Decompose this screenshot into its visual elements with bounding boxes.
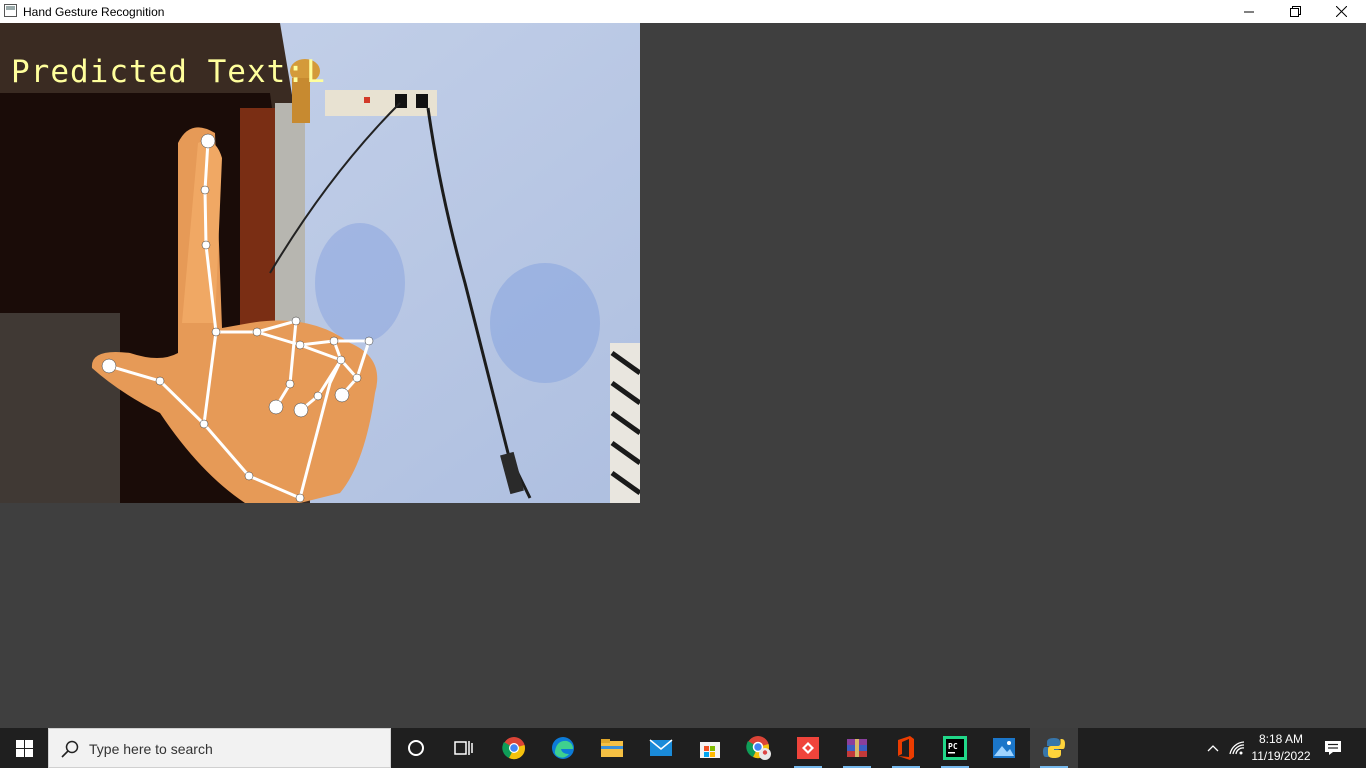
mail-icon: [649, 739, 673, 756]
task-view-button[interactable]: [440, 728, 488, 768]
edge-taskbar-button[interactable]: [539, 728, 587, 768]
mail-taskbar-button[interactable]: [637, 728, 685, 768]
search-box[interactable]: Type here to search: [48, 728, 391, 768]
action-center-button[interactable]: [1320, 728, 1346, 768]
show-hidden-icons-button[interactable]: [1202, 728, 1224, 768]
python-taskbar-button[interactable]: [1030, 728, 1078, 768]
restore-button[interactable]: [1272, 0, 1318, 23]
office-taskbar-button[interactable]: [882, 728, 930, 768]
anydesk-taskbar-button[interactable]: [784, 728, 832, 768]
photos-icon: [993, 738, 1015, 758]
clock-date: 11/19/2022: [1251, 749, 1311, 763]
pycharm-icon: PC: [943, 736, 967, 760]
windows-logo-icon: [15, 739, 33, 757]
title-bar: Hand Gesture Recognition: [0, 0, 1366, 23]
chrome-icon: [502, 737, 525, 760]
cortana-icon: [408, 740, 424, 756]
camera-frame-image: [0, 23, 640, 503]
office-icon: [898, 736, 914, 760]
search-placeholder: Type here to search: [89, 741, 213, 757]
predicted-text-overlay: Predicted Text:L: [11, 54, 326, 90]
close-button[interactable]: [1318, 0, 1364, 23]
cortana-button[interactable]: [392, 728, 440, 768]
search-icon: [61, 740, 79, 758]
task-view-icon: [454, 741, 473, 755]
chrome-taskbar-button[interactable]: [490, 728, 538, 768]
window-client-area: Predicted Text:L: [0, 23, 1366, 728]
file-explorer-taskbar-button[interactable]: [588, 728, 636, 768]
svg-text:PC: PC: [948, 742, 958, 751]
chrome-profile-icon: [746, 736, 771, 760]
wifi-icon: [1229, 741, 1245, 755]
taskbar: Type here to search PC 8:18 AM 11/19/202…: [0, 728, 1366, 768]
winrar-taskbar-button[interactable]: [833, 728, 881, 768]
clock-time: 8:18 AM: [1258, 732, 1304, 746]
chrome-profile-taskbar-button[interactable]: [735, 728, 783, 768]
start-button[interactable]: [0, 728, 48, 768]
edge-icon: [552, 737, 574, 759]
notification-icon: [1325, 741, 1341, 755]
minimize-button[interactable]: [1226, 0, 1272, 23]
python-icon: [1043, 738, 1065, 758]
app-window-icon: [4, 4, 17, 17]
winrar-icon: [847, 739, 867, 757]
store-icon: [700, 742, 720, 758]
anydesk-icon: [797, 737, 819, 759]
window-title: Hand Gesture Recognition: [23, 5, 165, 19]
camera-frame: Predicted Text:L: [0, 23, 640, 503]
clock[interactable]: 8:18 AM 11/19/2022: [1248, 731, 1314, 765]
store-taskbar-button[interactable]: [686, 728, 734, 768]
chevron-up-icon: [1207, 745, 1219, 752]
photos-taskbar-button[interactable]: [980, 728, 1028, 768]
file-explorer-icon: [601, 739, 623, 757]
pycharm-taskbar-button[interactable]: PC: [931, 728, 979, 768]
network-button[interactable]: [1226, 728, 1248, 768]
